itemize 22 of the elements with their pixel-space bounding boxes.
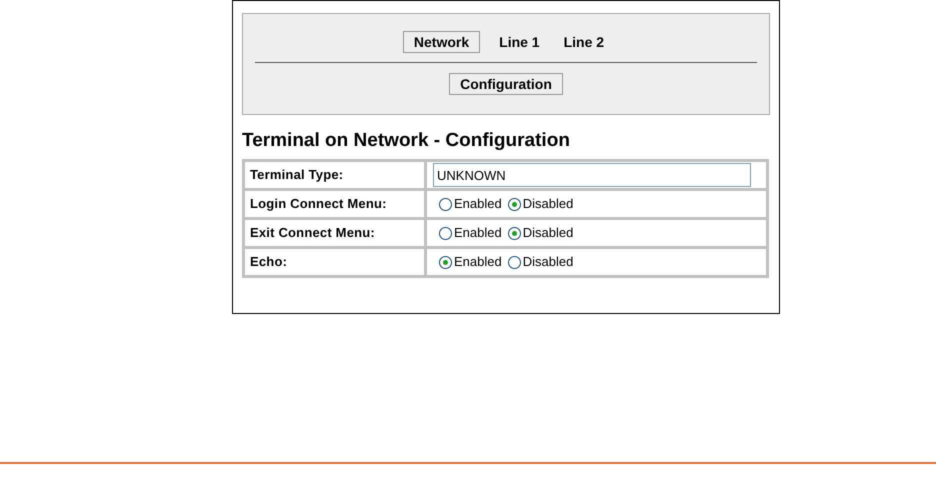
radio-button[interactable] xyxy=(439,198,452,210)
nav-tab[interactable]: Configuration xyxy=(449,73,563,95)
radio-label: Disabled xyxy=(522,195,574,214)
field-label: Echo: xyxy=(244,248,426,276)
radio-button[interactable] xyxy=(439,226,452,240)
radio-label: Disabled xyxy=(522,224,574,242)
radio-label: Disabled xyxy=(522,253,574,272)
radio-label: Enabled xyxy=(454,224,502,242)
terminal-type-field[interactable]: UNKNOWN xyxy=(433,163,751,187)
radio-button[interactable] xyxy=(439,256,452,268)
radio-button[interactable] xyxy=(508,256,521,268)
field-label: Exit Connect Menu: xyxy=(244,218,426,248)
nav-tab[interactable]: Line 2 xyxy=(558,30,610,52)
page-heading: Terminal on Network - Configuration xyxy=(242,129,571,153)
radio-label: Enabled xyxy=(454,195,502,214)
radio-label: Enabled xyxy=(454,253,502,272)
radio-button[interactable] xyxy=(508,226,521,240)
nav-tab[interactable]: Line 1 xyxy=(494,30,545,52)
nav-tab[interactable]: Network xyxy=(402,30,480,52)
radio-button[interactable] xyxy=(508,198,521,210)
field-label: Terminal Type: xyxy=(244,160,426,190)
field-label: Login Connect Menu: xyxy=(244,190,426,218)
